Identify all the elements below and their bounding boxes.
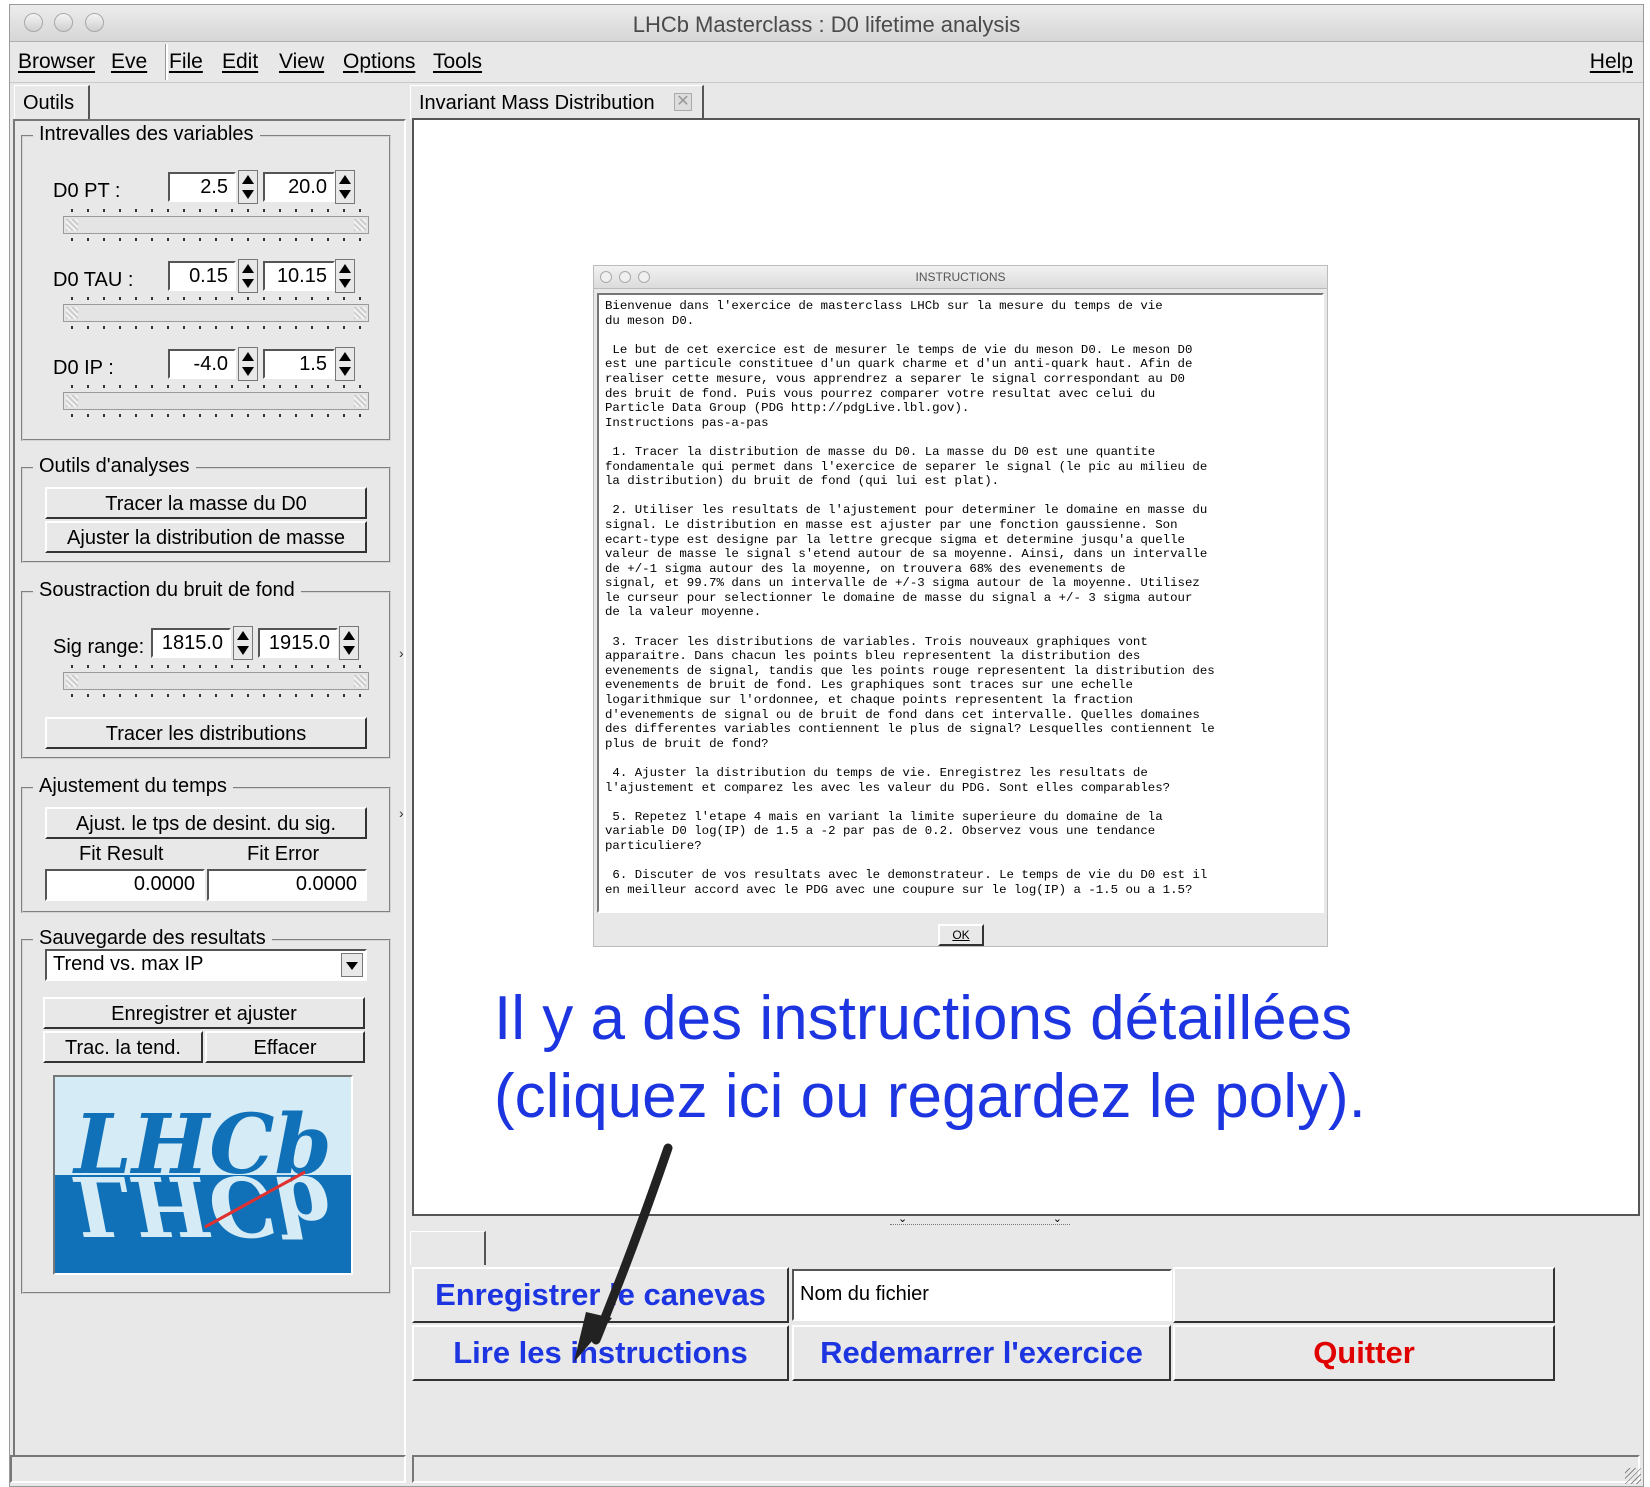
tab-empty[interactable] xyxy=(410,1231,486,1265)
chevron-down-icon[interactable] xyxy=(341,953,363,977)
pt-slider-ticks xyxy=(71,209,361,212)
plot-trend-button[interactable]: Trac. la tend. xyxy=(43,1031,203,1063)
read-instructions-button[interactable]: Lire les instructions xyxy=(412,1325,789,1381)
status-bar-right xyxy=(412,1455,1640,1483)
sig-range-label: Sig range: xyxy=(53,636,145,658)
sig-range-slider[interactable] xyxy=(63,672,369,690)
fit-mass-button[interactable]: Ajuster la distribution de masse xyxy=(45,521,367,553)
title-bar: LHCb Masterclass : D0 lifetime analysis xyxy=(10,5,1643,42)
annotation-line-2: (cliquez ici ou regardez le poly). xyxy=(494,1062,1366,1131)
menu-options[interactable]: Options xyxy=(343,50,415,74)
analysis-group: Outils d'analyses Tracer la masse du D0 … xyxy=(21,455,391,563)
ok-button[interactable]: OK xyxy=(938,924,984,946)
plot-distributions-button[interactable]: Tracer les distributions xyxy=(45,717,367,749)
chevron-down-icon: ⌄ xyxy=(1052,1213,1062,1225)
instructions-dialog: INSTRUCTIONS Bienvenue dans l'exercice d… xyxy=(593,265,1328,947)
annotation-line-1: Il y a des instructions détaillées xyxy=(494,984,1353,1053)
ip-min-spinner[interactable] xyxy=(238,347,258,381)
resize-grip-icon[interactable] xyxy=(1625,1468,1641,1484)
time-fit-group-title: Ajustement du temps xyxy=(33,775,233,798)
pt-max-spinner[interactable] xyxy=(335,170,355,204)
ip-min-field[interactable]: -4.0 xyxy=(168,349,236,379)
ip-slider-ticks xyxy=(71,385,361,388)
pt-min-spinner[interactable] xyxy=(238,170,258,204)
window-title: LHCb Masterclass : D0 lifetime analysis xyxy=(632,12,1021,37)
clear-button[interactable]: Effacer xyxy=(205,1031,365,1063)
menu-tools[interactable]: Tools xyxy=(433,50,482,74)
tau-label: D0 TAU : xyxy=(53,269,134,291)
trend-select-value: Trend vs. max IP xyxy=(53,953,204,975)
sig-slider-ticks xyxy=(71,665,361,668)
instruction-annotation: Il y a des instructions détaillées (cliq… xyxy=(494,980,1366,1136)
save-and-fit-button[interactable]: Enregistrer et ajuster xyxy=(43,997,365,1029)
menu-eve[interactable]: Eve xyxy=(111,50,147,74)
quit-button[interactable]: Quitter xyxy=(1173,1325,1555,1381)
save-canvas-button[interactable]: Enregistrer le canevas xyxy=(412,1267,789,1323)
splitter-handle-2[interactable]: › xyxy=(399,805,404,821)
menu-browser[interactable]: Browser xyxy=(18,50,95,74)
close-tab-icon[interactable]: ✕ xyxy=(674,93,692,111)
fit-error-value: 0.0000 xyxy=(207,869,367,901)
variables-group: Intrevalles des variables D0 PT : 2.5 20… xyxy=(21,123,391,441)
ip-range-slider[interactable] xyxy=(63,392,369,410)
sig-slider-ticks-bottom xyxy=(71,694,361,697)
sig-min-field[interactable]: 1815.0 xyxy=(151,628,231,658)
empty-button[interactable] xyxy=(1173,1267,1555,1323)
ip-max-field[interactable]: 1.5 xyxy=(263,349,335,379)
menu-edit[interactable]: Edit xyxy=(222,50,258,74)
time-fit-group: Ajustement du temps Ajust. le tps de des… xyxy=(21,775,391,913)
trend-select[interactable]: Trend vs. max IP xyxy=(45,949,367,981)
ip-label: D0 IP : xyxy=(53,357,114,379)
save-group-title: Sauvegarde des resultats xyxy=(33,927,272,950)
tau-min-spinner[interactable] xyxy=(238,259,258,293)
tab-invariant-mass-label: Invariant Mass Distribution xyxy=(419,92,655,114)
chevron-down-icon: ⌄ xyxy=(898,1213,908,1225)
instructions-text: Bienvenue dans l'exercice de masterclass… xyxy=(597,293,1324,913)
menu-view[interactable]: View xyxy=(279,50,324,74)
tab-invariant-mass[interactable]: Invariant Mass Distribution ✕ xyxy=(410,85,704,119)
fit-error-label: Fit Error xyxy=(247,843,320,865)
analysis-group-title: Outils d'analyses xyxy=(33,455,196,478)
fit-lifetime-button[interactable]: Ajust. le tps de desint. du sig. xyxy=(45,807,367,839)
sig-max-spinner[interactable] xyxy=(339,626,359,660)
tab-outils[interactable]: Outils xyxy=(14,85,90,119)
status-bar-left xyxy=(10,1455,406,1483)
plot-mass-button[interactable]: Tracer la masse du D0 xyxy=(45,487,367,519)
tau-max-spinner[interactable] xyxy=(335,259,355,293)
dialog-title: INSTRUCTIONS xyxy=(915,270,1006,284)
background-group-title: Soustraction du bruit de fond xyxy=(33,579,301,602)
pt-label: D0 PT : xyxy=(53,180,121,202)
tau-range-slider[interactable] xyxy=(63,304,369,322)
menu-file[interactable]: File xyxy=(169,50,203,74)
sig-max-field[interactable]: 1915.0 xyxy=(258,628,338,658)
menu-bar: Browser Eve File Edit View Options Tools… xyxy=(10,42,1643,83)
restart-button[interactable]: Redemarrer l'exercice xyxy=(792,1325,1171,1381)
pt-range-slider[interactable] xyxy=(63,216,369,234)
sig-min-spinner[interactable] xyxy=(233,626,253,660)
fit-result-value: 0.0000 xyxy=(45,869,205,901)
svg-text:LHCb: LHCb xyxy=(72,1157,332,1253)
tau-min-field[interactable]: 0.15 xyxy=(168,261,236,291)
main-window: LHCb Masterclass : D0 lifetime analysis … xyxy=(9,4,1644,1487)
ip-max-spinner[interactable] xyxy=(335,347,355,381)
dialog-title-bar: INSTRUCTIONS xyxy=(594,266,1327,289)
tau-max-field[interactable]: 10.15 xyxy=(263,261,335,291)
tau-slider-ticks xyxy=(71,297,361,300)
filename-field[interactable]: Nom du fichier xyxy=(792,1269,1172,1321)
tau-slider-ticks-bottom xyxy=(71,326,361,329)
pt-slider-ticks-bottom xyxy=(71,238,361,241)
menu-separator xyxy=(165,44,168,80)
pt-max-field[interactable]: 20.0 xyxy=(263,172,335,202)
pt-min-field[interactable]: 2.5 xyxy=(168,172,236,202)
lhcb-logo: LHCb LHCb xyxy=(53,1075,353,1275)
fit-result-label: Fit Result xyxy=(79,843,164,865)
splitter-bar[interactable]: ⌄ ⌄ xyxy=(890,1213,1070,1225)
variables-group-title: Intrevalles des variables xyxy=(33,123,260,146)
splitter-handle[interactable]: › xyxy=(399,645,404,661)
lhcb-logo-graphic: LHCb LHCb xyxy=(55,1077,351,1273)
tools-panel: Intrevalles des variables D0 PT : 2.5 20… xyxy=(13,119,406,1464)
background-group: Soustraction du bruit de fond Sig range:… xyxy=(21,579,391,759)
menu-help[interactable]: Help xyxy=(1590,50,1633,74)
ip-slider-ticks-bottom xyxy=(71,414,361,417)
